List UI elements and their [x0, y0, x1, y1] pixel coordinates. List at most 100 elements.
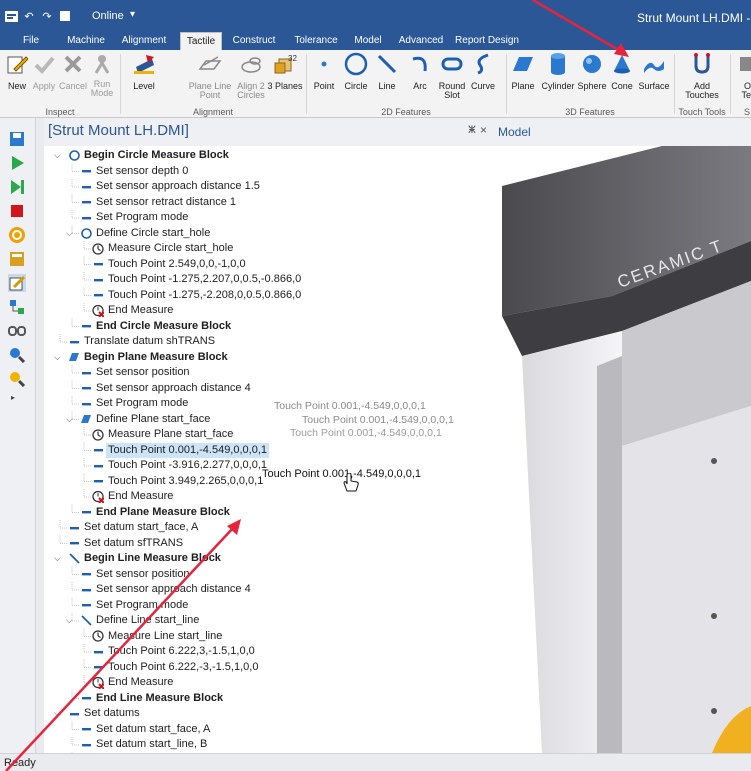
online-teach-button[interactable]: Onl Teac: [732, 52, 751, 100]
checkmark-icon: [32, 52, 56, 76]
step-forward-icon[interactable]: [8, 178, 26, 196]
circle-button[interactable]: Circle: [341, 52, 371, 100]
dash-icon: [80, 381, 92, 396]
model-hole: [711, 613, 717, 619]
title-bar: ↶ ↷ Online ▾ Strut Mount LH.DMI - C: [0, 0, 751, 32]
menu-construct[interactable]: Construct: [228, 32, 280, 50]
apply-button[interactable]: Apply: [30, 52, 58, 100]
surface-button[interactable]: Surface: [638, 52, 670, 100]
redo-icon[interactable]: ↷: [40, 10, 54, 23]
cone-icon: [610, 52, 634, 76]
expand-chevron-icon[interactable]: ⌵: [54, 706, 64, 721]
point-button[interactable]: Point: [310, 52, 338, 100]
plane-line-point-icon: [198, 52, 222, 76]
edit-program-icon[interactable]: [8, 274, 26, 292]
tree-row-label: Measure Plane start_face: [108, 428, 234, 440]
model-title: Model: [498, 125, 531, 139]
dash-icon: [80, 319, 92, 334]
tree-row-label: Touch Point 6.222,-3,-1.5,1,0,0: [108, 660, 259, 673]
3-planes-icon: 32: [273, 52, 297, 76]
tree-row-label: Touch Point -1.275,2.207,0,0.5,-0.866,0: [108, 273, 302, 285]
tree-row-label: Translate datum shTRANS: [84, 335, 216, 347]
home-probe-icon[interactable]: [8, 226, 26, 244]
circle-icon: [80, 226, 92, 241]
zoom-icon[interactable]: [8, 346, 26, 364]
quick-access-dropdown-icon[interactable]: ▾: [130, 9, 135, 20]
dash-icon: [92, 644, 104, 659]
save-icon[interactable]: [8, 130, 26, 148]
dash-icon: [80, 691, 92, 706]
tree-row-label: Touch Point -3.916,2.277,0,0,0,1: [108, 459, 268, 471]
line-icon: [375, 52, 399, 76]
calculator-icon[interactable]: [8, 250, 26, 268]
arc-button[interactable]: Arc: [405, 52, 435, 100]
curve-button[interactable]: Curve: [468, 52, 498, 100]
dash-icon: [68, 520, 80, 535]
menu-model[interactable]: Model: [350, 32, 386, 50]
play-icon[interactable]: [8, 154, 26, 172]
expand-chevron-icon[interactable]: ⌵: [66, 613, 76, 628]
menu-file[interactable]: File: [16, 32, 46, 50]
program-panel: [Strut Mount LH.DMI] ⵥ × ⌵ Begin Circle M…: [44, 118, 492, 753]
menu-advanced[interactable]: Advanced: [396, 32, 446, 50]
menu-bar: File Machine Alignment Tactile Construct…: [0, 32, 751, 50]
stop-record-icon[interactable]: [8, 202, 26, 220]
dash-icon: [80, 210, 92, 225]
tree-row-label: Define Circle start_hole: [96, 226, 211, 239]
undo-icon[interactable]: ↶: [22, 10, 36, 23]
add-touches-button[interactable]: Add Touches: [680, 52, 724, 100]
online-status: Online: [92, 10, 124, 22]
plane-button[interactable]: Plane: [508, 52, 538, 100]
tree-row-label: Set Program mode: [96, 397, 189, 409]
menu-report-design[interactable]: Report Design: [454, 32, 520, 50]
dash-icon: [80, 722, 92, 737]
expand-chevron-icon[interactable]: ⌵: [66, 226, 76, 241]
tree-row-label: End Circle Measure Block: [96, 319, 232, 332]
tree-row-label: End Measure: [108, 676, 174, 688]
program-panel-header: [Strut Mount LH.DMI] ⵥ ×: [44, 118, 492, 146]
line-button[interactable]: Line: [372, 52, 402, 100]
run-mode-button[interactable]: Run Mode: [88, 52, 116, 100]
menu-alignment[interactable]: Alignment: [118, 32, 170, 50]
tree-row-label: Set sensor position: [96, 366, 190, 378]
round-slot-button[interactable]: Round Slot: [437, 52, 467, 100]
model-viewport[interactable]: CERAMIC T: [492, 146, 751, 753]
level-button[interactable]: Level: [124, 52, 164, 100]
dash-icon: [92, 443, 104, 458]
expand-chevron-icon[interactable]: ⌵: [54, 551, 64, 566]
expand-chevron-icon[interactable]: ⌵: [54, 148, 64, 163]
menu-tolerance[interactable]: Tolerance: [290, 32, 342, 50]
structure-icon[interactable]: [8, 298, 26, 316]
plane-icon: [68, 350, 80, 365]
expand-chevron-icon[interactable]: ⌵: [54, 350, 64, 365]
expand-chevron-icon[interactable]: ⌵: [66, 412, 76, 427]
3-planes-button[interactable]: 32 3 Planes: [267, 52, 302, 100]
teach-icon: [735, 52, 751, 76]
dash-icon: [80, 365, 92, 380]
link-icon[interactable]: [8, 322, 26, 340]
tree-row-label: Touch Point 3.949,2.265,0,0,0,1: [108, 474, 264, 487]
group-s: S: [743, 107, 750, 117]
sphere-icon: [580, 52, 604, 76]
new-button[interactable]: New: [2, 52, 32, 100]
cone-button[interactable]: Cone: [607, 52, 637, 100]
stop-icon[interactable]: [58, 10, 72, 22]
level-icon: [132, 52, 156, 76]
close-icon[interactable]: ×: [480, 123, 487, 137]
menu-tactile[interactable]: Tactile: [180, 32, 222, 50]
menu-machine[interactable]: Machine: [64, 32, 108, 50]
cancel-button[interactable]: Cancel: [59, 52, 87, 100]
more-tools-icon[interactable]: ▸: [8, 388, 18, 406]
inspect-tool-icon[interactable]: [8, 370, 26, 388]
group-touch-tools: Touch Tools: [678, 107, 726, 117]
sphere-button[interactable]: Sphere: [574, 52, 610, 100]
align-2-circles-button[interactable]: Align 2 Circles: [232, 52, 270, 100]
curve-icon: [471, 52, 495, 76]
tree-row-label: Begin Plane Measure Block: [84, 350, 228, 363]
circle-icon: [344, 52, 368, 76]
tree-row-label: Set sensor approach distance 4: [96, 583, 251, 595]
plane-icon: [80, 412, 92, 427]
cylinder-button[interactable]: Cylinder: [540, 52, 576, 100]
tree-row-label: Measure Line start_line: [108, 629, 223, 642]
pin-icon[interactable]: ⵥ: [468, 125, 476, 136]
